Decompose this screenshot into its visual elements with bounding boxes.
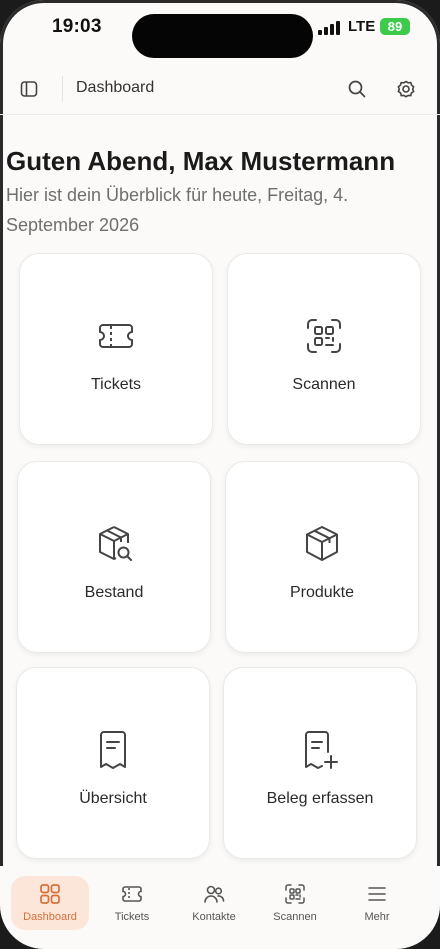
- phone-screen: 19:03 LTE 89 Dashboard Guten Abend, Max …: [0, 0, 440, 949]
- dynamic-island: [132, 14, 313, 58]
- sidebar-toggle-icon[interactable]: [12, 72, 46, 106]
- network-label: LTE: [348, 18, 376, 35]
- top-bar: Dashboard: [0, 64, 440, 115]
- breadcrumb[interactable]: Dashboard: [76, 79, 154, 97]
- tile-uebersicht[interactable]: Übersicht: [16, 667, 210, 859]
- contacts-icon: [204, 885, 225, 903]
- battery-indicator: 89: [380, 18, 410, 35]
- tab-label: Tickets: [114, 911, 150, 923]
- tile-label: Übersicht: [79, 790, 147, 807]
- tab-scannen[interactable]: Scannen: [256, 876, 334, 930]
- inventory-search-icon: [99, 526, 132, 561]
- bottom-tab-bar: Dashboard Tickets Kontakte Scannen Mehr: [0, 866, 440, 949]
- scan-icon: [307, 319, 341, 353]
- receipt-add-icon: [305, 731, 338, 769]
- menu-icon: [368, 887, 386, 901]
- tile-produkte[interactable]: Produkte: [225, 461, 419, 653]
- tab-label: Scannen: [273, 911, 317, 923]
- ticket-icon: [122, 886, 142, 902]
- tab-label: Kontakte: [192, 911, 236, 923]
- tile-label: Scannen: [292, 376, 356, 393]
- tile-beleg-erfassen[interactable]: Beleg erfassen: [223, 667, 417, 859]
- tile-bestand[interactable]: Bestand: [17, 461, 211, 653]
- scan-icon: [285, 884, 305, 904]
- tab-kontakte[interactable]: Kontakte: [175, 876, 253, 930]
- tile-label: Tickets: [90, 376, 142, 393]
- status-time: 19:03: [52, 16, 102, 37]
- tile-scannen[interactable]: Scannen: [227, 253, 421, 445]
- signal-icon: [318, 21, 340, 35]
- tile-label: Bestand: [84, 584, 144, 601]
- search-icon[interactable]: [340, 72, 374, 106]
- tab-label: Mehr: [364, 911, 390, 923]
- dashboard-grid-icon: [40, 884, 60, 904]
- greeting-subtitle: Hier ist dein Überblick für heute, Freit…: [6, 185, 349, 235]
- tile-label: Beleg erfassen: [266, 790, 374, 807]
- status-bar: 19:03 LTE 89: [0, 0, 440, 60]
- tile-tickets[interactable]: Tickets: [19, 253, 213, 445]
- package-icon: [306, 526, 338, 561]
- tile-label: Produkte: [289, 584, 355, 601]
- greeting-title: Guten Abend, Max Mustermann: [6, 146, 396, 176]
- tab-tickets[interactable]: Tickets: [93, 876, 171, 930]
- settings-icon[interactable]: [389, 72, 423, 106]
- tab-mehr[interactable]: Mehr: [338, 876, 416, 930]
- tab-label: Dashboard: [23, 911, 77, 923]
- receipt-icon: [100, 731, 126, 769]
- tab-dashboard[interactable]: Dashboard: [11, 876, 89, 930]
- ticket-icon: [99, 324, 133, 348]
- topbar-divider: [62, 76, 63, 102]
